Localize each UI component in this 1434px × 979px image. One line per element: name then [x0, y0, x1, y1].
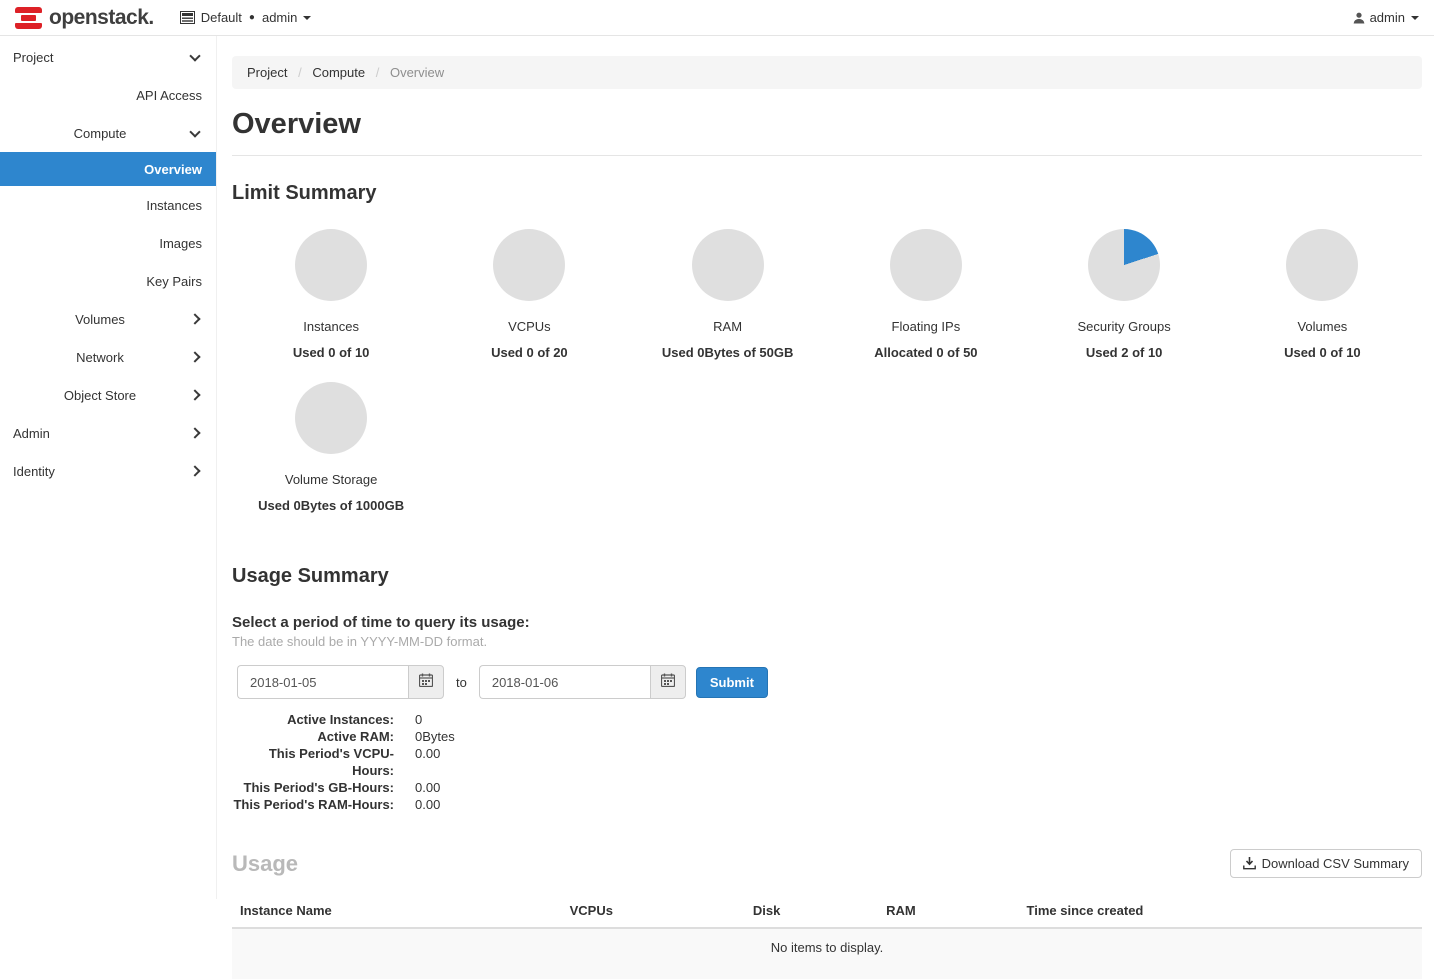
sidebar-nav: Project API Access Compute Overview Inst…: [0, 36, 217, 899]
period-form-label: Select a period of time to query its usa…: [232, 614, 1422, 631]
sidebar-item-admin[interactable]: Admin: [0, 414, 216, 452]
chevron-right-icon: [189, 427, 200, 438]
sidebar-item-compute[interactable]: Compute: [0, 114, 216, 152]
openstack-logo-icon: [15, 7, 42, 29]
chevron-down-icon: [189, 126, 200, 137]
person-icon: [1353, 12, 1365, 24]
usage-table: Instance Name VCPUs Disk RAM Time since …: [232, 894, 1422, 979]
download-csv-button[interactable]: Download CSV Summary: [1230, 849, 1422, 878]
stat-value: 0.00: [394, 745, 440, 779]
stat-value: 0.00: [394, 796, 440, 813]
limit-cell-ram: RAM Used 0Bytes of 50GB: [629, 219, 827, 372]
sidebar-item-identity[interactable]: Identity: [0, 452, 216, 490]
empty-table-row: No items to display.: [232, 928, 1422, 979]
openstack-logo[interactable]: openstack.: [15, 6, 154, 30]
chevron-right-icon: [189, 389, 200, 400]
context-project: admin: [262, 10, 297, 25]
chevron-down-icon: [303, 16, 311, 20]
pie-chart-ram: [692, 229, 764, 301]
chevron-right-icon: [189, 351, 200, 362]
limit-cell-volumes: Volumes Used 0 of 10: [1223, 219, 1421, 372]
limit-cell-volume-storage: Volume Storage Used 0Bytes of 1000GB: [232, 372, 430, 525]
calendar-icon: [661, 673, 675, 692]
start-date-calendar-button[interactable]: [408, 665, 444, 699]
breadcrumb-overview: Overview: [390, 65, 444, 80]
sidebar-item-api-access[interactable]: API Access: [0, 76, 216, 114]
breadcrumb-project[interactable]: Project: [247, 65, 287, 80]
sidebar-item-network[interactable]: Network: [0, 338, 216, 376]
page-title: Overview: [232, 108, 1422, 141]
usage-stats: Active Instances: 0 Active RAM: 0Bytes T…: [232, 711, 1422, 813]
pie-chart-volume-storage: [295, 382, 367, 454]
chevron-right-icon: [189, 465, 200, 476]
empty-message: No items to display.: [232, 928, 1422, 979]
chevron-down-icon: [189, 50, 200, 61]
submit-button[interactable]: Submit: [696, 667, 768, 698]
stat-value: 0.00: [394, 779, 440, 796]
column-ram: RAM: [878, 894, 1018, 928]
limit-cell-security-groups: Security Groups Used 2 of 10: [1025, 219, 1223, 372]
chevron-right-icon: [189, 313, 200, 324]
sidebar-item-volumes[interactable]: Volumes: [0, 300, 216, 338]
download-icon: [1243, 857, 1256, 870]
calendar-icon: [419, 673, 433, 692]
list-panel-icon: [180, 11, 195, 24]
usage-table-header-row: Instance Name VCPUs Disk RAM Time since …: [232, 894, 1422, 928]
stat-label: This Period's VCPU-Hours:: [232, 745, 394, 779]
stat-value: 0: [394, 711, 422, 728]
start-date-input[interactable]: [237, 665, 408, 699]
period-form-hint: The date should be in YYYY-MM-DD format.: [232, 634, 1422, 649]
stat-label: Active Instances:: [232, 711, 394, 728]
user-menu[interactable]: admin: [1353, 10, 1419, 25]
limit-cell-instances: Instances Used 0 of 10: [232, 219, 430, 372]
sidebar-item-project[interactable]: Project: [0, 38, 216, 76]
limit-summary-title: Limit Summary: [232, 182, 1422, 205]
pie-chart-vcpus: [493, 229, 565, 301]
context-switcher[interactable]: Default ● admin: [180, 10, 312, 25]
period-form: to Submit: [237, 665, 1422, 699]
end-date-calendar-button[interactable]: [650, 665, 686, 699]
breadcrumb-compute[interactable]: Compute: [312, 65, 365, 80]
user-menu-label: admin: [1370, 10, 1405, 25]
stat-value: 0Bytes: [394, 728, 455, 745]
context-domain: Default: [201, 10, 242, 25]
pie-chart-volumes: [1286, 229, 1358, 301]
chevron-down-icon: [1411, 16, 1419, 20]
stat-label: Active RAM:: [232, 728, 394, 745]
pie-chart-floating-ips: [890, 229, 962, 301]
end-date-input[interactable]: [479, 665, 650, 699]
sidebar-item-object-store[interactable]: Object Store: [0, 376, 216, 414]
top-navbar: openstack. Default ● admin admin: [0, 0, 1434, 36]
column-vcpus: VCPUs: [562, 894, 745, 928]
to-label: to: [456, 675, 467, 690]
stat-label: This Period's GB-Hours:: [232, 779, 394, 796]
stat-label: This Period's RAM-Hours:: [232, 796, 394, 813]
breadcrumb: Project / Compute / Overview: [232, 56, 1422, 89]
usage-summary-title: Usage Summary: [232, 565, 1422, 588]
limit-summary-charts: Instances Used 0 of 10 VCPUs Used 0 of 2…: [232, 219, 1422, 525]
limit-cell-floating-ips: Floating IPs Allocated 0 of 50: [827, 219, 1025, 372]
pie-chart-security-groups: [1088, 229, 1160, 301]
sidebar-item-instances[interactable]: Instances: [0, 186, 216, 224]
download-csv-label: Download CSV Summary: [1262, 856, 1409, 871]
column-instance-name: Instance Name: [232, 894, 562, 928]
context-separator-dot: ●: [249, 12, 255, 23]
sidebar-item-images[interactable]: Images: [0, 224, 216, 262]
column-time-since-created: Time since created: [1019, 894, 1422, 928]
column-disk: Disk: [745, 894, 878, 928]
usage-table-title: Usage: [232, 851, 298, 877]
limit-cell-vcpus: VCPUs Used 0 of 20: [430, 219, 628, 372]
brand-wordmark: openstack.: [49, 6, 154, 30]
sidebar-item-key-pairs[interactable]: Key Pairs: [0, 262, 216, 300]
sidebar-item-overview[interactable]: Overview: [0, 152, 216, 186]
pie-chart-instances: [295, 229, 367, 301]
